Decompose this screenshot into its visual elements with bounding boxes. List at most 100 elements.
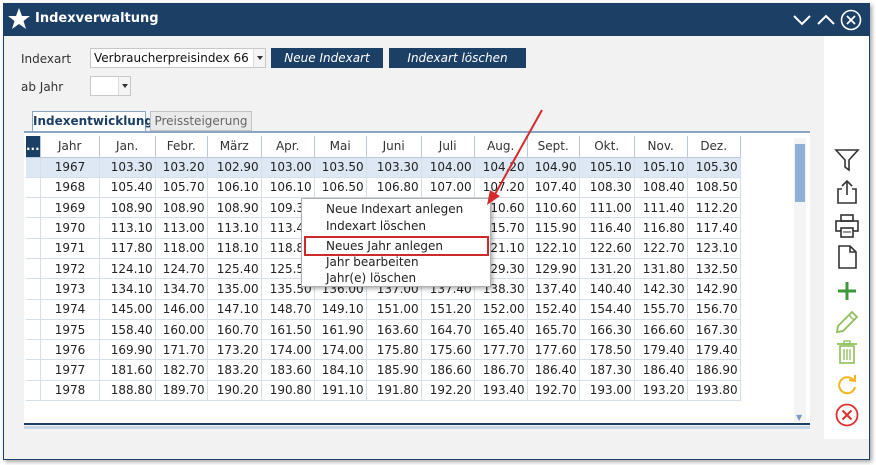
value-cell[interactable]: 108.40 xyxy=(634,177,688,199)
year-cell[interactable]: 1969 xyxy=(40,197,100,219)
value-cell[interactable]: 124.70 xyxy=(155,258,208,280)
value-cell[interactable]: 183.60 xyxy=(261,359,315,381)
export-icon[interactable] xyxy=(834,179,860,205)
value-cell[interactable]: 182.70 xyxy=(155,359,208,381)
value-cell[interactable]: 102.90 xyxy=(207,157,262,178)
year-cell[interactable]: 1971 xyxy=(40,238,100,259)
from-year-select[interactable] xyxy=(90,76,131,96)
value-cell[interactable]: 186.60 xyxy=(421,359,475,381)
value-cell[interactable]: 118.00 xyxy=(155,238,208,259)
value-cell[interactable]: 191.10 xyxy=(314,380,367,402)
value-cell[interactable]: 145.00 xyxy=(99,299,156,320)
value-cell[interactable]: 106.80 xyxy=(366,177,422,199)
table-row[interactable]: 1977 181.60 182.70 183.20 183.60 184.10 185.90… xyxy=(26,359,741,381)
value-cell[interactable]: 122.70 xyxy=(634,238,688,259)
value-cell[interactable]: 105.10 xyxy=(634,157,688,178)
column-header[interactable]: Jan. xyxy=(99,136,156,158)
value-cell[interactable]: 191.80 xyxy=(366,380,422,402)
table-row[interactable]: 1978 188.80 189.70 190.20 190.80 191.10 191.80… xyxy=(26,380,741,402)
value-cell[interactable]: 140.40 xyxy=(579,278,635,300)
value-cell[interactable]: 107.00 xyxy=(421,177,475,199)
menu-item-new-index-type[interactable]: Neue Indexart anlegen xyxy=(326,202,463,216)
year-cell[interactable]: 1975 xyxy=(40,319,100,341)
value-cell[interactable]: 117.80 xyxy=(99,238,156,259)
column-header[interactable]: Sept. xyxy=(527,136,580,158)
column-header[interactable]: März xyxy=(207,136,262,158)
value-cell[interactable]: 147.10 xyxy=(207,299,262,320)
value-cell[interactable]: 193.80 xyxy=(687,380,741,402)
new-index-type-button[interactable]: Neue Indexart xyxy=(271,48,383,68)
value-cell[interactable]: 103.50 xyxy=(314,157,367,178)
year-cell[interactable]: 1977 xyxy=(40,359,100,381)
value-cell[interactable]: 185.90 xyxy=(366,359,422,381)
value-cell[interactable]: 148.70 xyxy=(261,299,315,320)
value-cell[interactable]: 129.90 xyxy=(527,258,580,280)
value-cell[interactable]: 192.70 xyxy=(527,380,580,402)
column-header[interactable]: Nov. xyxy=(634,136,688,158)
column-header[interactable]: Okt. xyxy=(579,136,635,158)
row-selector[interactable] xyxy=(26,319,41,341)
row-selector[interactable] xyxy=(26,217,41,239)
add-icon[interactable] xyxy=(834,278,860,304)
value-cell[interactable]: 151.00 xyxy=(366,299,422,320)
value-cell[interactable]: 156.70 xyxy=(687,299,741,320)
year-cell[interactable]: 1967 xyxy=(40,157,100,178)
value-cell[interactable]: 110.60 xyxy=(527,197,580,219)
edit-icon[interactable] xyxy=(834,309,860,335)
year-cell[interactable]: 1972 xyxy=(40,258,100,280)
value-cell[interactable]: 166.60 xyxy=(634,319,688,341)
value-cell[interactable]: 107.20 xyxy=(474,177,528,199)
value-cell[interactable]: 165.70 xyxy=(527,319,580,341)
value-cell[interactable]: 179.40 xyxy=(687,339,741,361)
table-vertical-scrollbar[interactable]: ▼ xyxy=(794,138,806,422)
value-cell[interactable]: 181.60 xyxy=(99,359,156,381)
scrollbar-thumb[interactable] xyxy=(795,144,805,202)
value-cell[interactable]: 186.40 xyxy=(634,359,688,381)
value-cell[interactable]: 155.70 xyxy=(634,299,688,320)
value-cell[interactable]: 131.80 xyxy=(634,258,688,280)
value-cell[interactable]: 105.10 xyxy=(579,157,635,178)
value-cell[interactable]: 106.10 xyxy=(261,177,315,199)
value-cell[interactable]: 117.40 xyxy=(687,217,741,239)
value-cell[interactable]: 175.60 xyxy=(421,339,475,361)
table-row[interactable]: 1967 103.30 103.20 102.90 103.00 103.50 103.30… xyxy=(26,157,741,178)
value-cell[interactable]: 106.50 xyxy=(314,177,367,199)
table-row[interactable]: 1976 169.90 171.70 173.20 174.00 174.00 175.80… xyxy=(26,339,741,361)
chevron-down-icon[interactable] xyxy=(118,77,130,95)
value-cell[interactable]: 131.20 xyxy=(579,258,635,280)
value-cell[interactable]: 105.40 xyxy=(99,177,156,199)
value-cell[interactable]: 106.10 xyxy=(207,177,262,199)
value-cell[interactable]: 160.00 xyxy=(155,319,208,341)
row-selector[interactable] xyxy=(26,339,41,361)
value-cell[interactable]: 151.20 xyxy=(421,299,475,320)
value-cell[interactable]: 111.00 xyxy=(579,197,635,219)
value-cell[interactable]: 115.90 xyxy=(527,217,580,239)
value-cell[interactable]: 132.50 xyxy=(687,258,741,280)
value-cell[interactable]: 179.40 xyxy=(634,339,688,361)
row-selector[interactable] xyxy=(26,157,41,178)
year-cell[interactable]: 1974 xyxy=(40,299,100,320)
close-icon[interactable] xyxy=(840,9,862,31)
value-cell[interactable]: 166.30 xyxy=(579,319,635,341)
value-cell[interactable]: 116.80 xyxy=(634,217,688,239)
row-selector[interactable] xyxy=(26,359,41,381)
value-cell[interactable]: 116.40 xyxy=(579,217,635,239)
row-selector[interactable] xyxy=(26,197,41,219)
menu-item-new-year[interactable]: Neues Jahr anlegen xyxy=(326,239,443,253)
value-cell[interactable]: 149.10 xyxy=(314,299,367,320)
value-cell[interactable]: 190.80 xyxy=(261,380,315,402)
tab-preissteigerung[interactable]: Preissteigerung xyxy=(150,111,252,131)
value-cell[interactable]: 152.00 xyxy=(474,299,528,320)
year-cell[interactable]: 1970 xyxy=(40,217,100,239)
value-cell[interactable]: 103.30 xyxy=(99,157,156,178)
value-cell[interactable]: 177.60 xyxy=(527,339,580,361)
column-header[interactable]: Jahr xyxy=(40,136,100,158)
value-cell[interactable]: 183.20 xyxy=(207,359,262,381)
value-cell[interactable]: 122.60 xyxy=(579,238,635,259)
value-cell[interactable]: 186.90 xyxy=(687,359,741,381)
value-cell[interactable]: 108.50 xyxy=(687,177,741,199)
column-header[interactable]: Dez. xyxy=(687,136,741,158)
menu-item-edit-year[interactable]: Jahr bearbeiten xyxy=(326,255,419,269)
menu-item-delete-years[interactable]: Jahr(e) löschen xyxy=(326,271,416,285)
value-cell[interactable]: 123.10 xyxy=(687,238,741,259)
